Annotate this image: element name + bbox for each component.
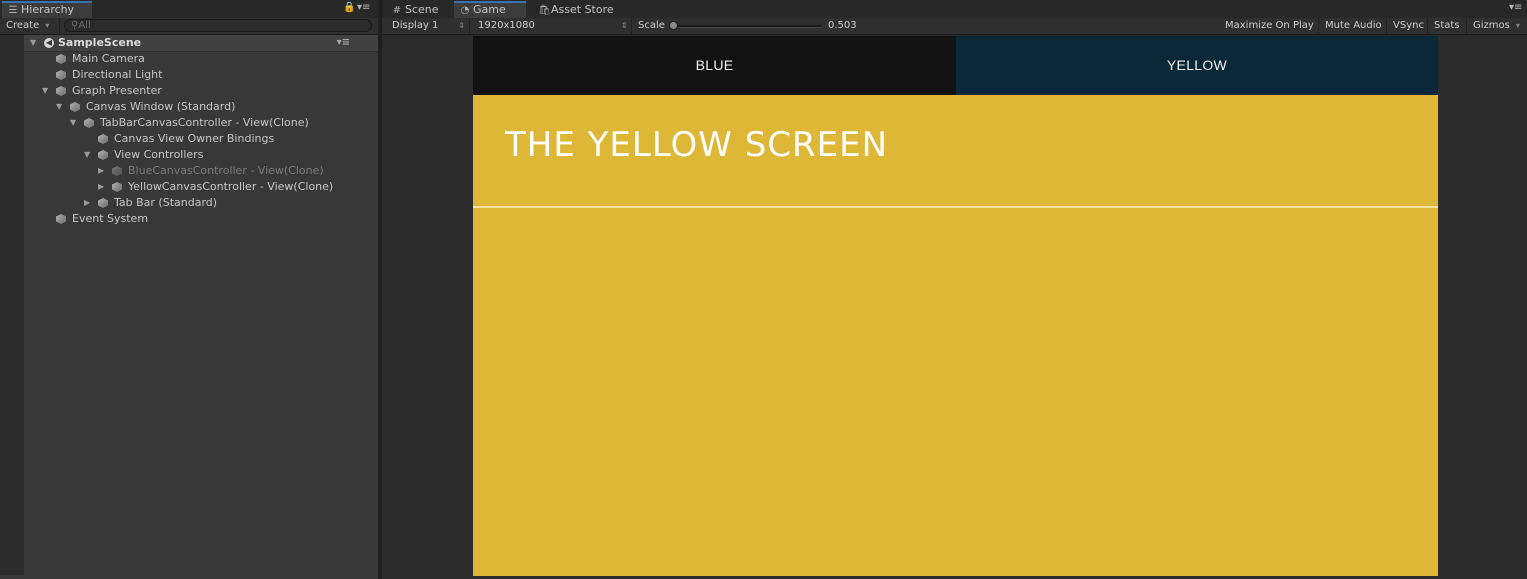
hierarchy-item-label: Directional Light [72,68,163,81]
hierarchy-item[interactable]: Main Camera [24,51,378,67]
hierarchy-item[interactable]: ▼ TabBarCanvasController - View(Clone) [24,115,378,131]
tab-game[interactable]: ◔ Game [454,1,526,18]
vsync-toggle[interactable]: VSync [1387,18,1428,34]
search-placeholder: All [78,20,91,31]
panel-menu-icon[interactable]: ▾≡ [1509,2,1522,13]
title-divider [473,206,1438,208]
game-screen: BLUE YELLOW THE YELLOW SCREEN [473,36,1438,576]
gizmos-label: Gizmos [1473,20,1510,31]
hierarchy-item[interactable]: ▼ Graph Presenter [24,83,378,99]
gameobject-cube-icon [56,214,66,224]
shopping-bag-icon: 🛍 [538,5,551,16]
game-tab-yellow[interactable]: YELLOW [956,36,1438,95]
tab-asset-store-label: Asset Store [551,3,614,16]
stats-toggle[interactable]: Stats [1428,18,1467,34]
hierarchy-item-label: Graph Presenter [72,84,162,97]
gameobject-cube-icon [98,134,108,144]
hierarchy-item-label: YellowCanvasController - View(Clone) [128,180,334,193]
scene-row[interactable]: ▼ ◀ SampleScene ▾≡ [24,35,378,52]
collapse-arrow-icon[interactable]: ▶ [98,179,104,195]
screen-title: THE YELLOW SCREEN [505,125,889,165]
tab-scene-label: Scene [405,3,439,16]
tab-game-label: Game [473,3,506,16]
hierarchy-item-label: Tab Bar (Standard) [114,196,218,209]
lock-icon[interactable]: 🔒 [343,2,355,13]
hierarchy-tree: ▼ ◀ SampleScene ▾≡ Main Camera Directiona… [24,35,378,575]
tab-hierarchy-label: Hierarchy [21,3,75,16]
tab-asset-store[interactable]: 🛍Asset Store [532,1,626,18]
hierarchy-item[interactable]: ▼ View Controllers [24,147,378,163]
scene-menu-icon[interactable]: ▾≡ [337,35,350,51]
game-viewport: BLUE YELLOW THE YELLOW SCREEN [382,35,1527,579]
hierarchy-item[interactable]: ▶ YellowCanvasController - View(Clone) [24,179,378,195]
expand-arrow-icon[interactable]: ▼ [70,115,76,131]
gameobject-cube-icon [70,102,80,112]
display-select[interactable]: Display 1 ⇕ [386,18,470,34]
maximize-on-play-toggle[interactable]: Maximize On Play [1219,18,1319,34]
gameobject-cube-icon [112,182,122,192]
game-toolbar: Display 1 ⇕ 1920x1080 ⇕ Scale 0.503 Maximi… [382,18,1527,35]
hierarchy-toolbar: Create ▾ ⚲All [0,18,378,35]
hierarchy-item[interactable]: ▼ Canvas Window (Standard) [24,99,378,115]
scale-label: Scale [638,20,665,31]
resolution-select[interactable]: 1920x1080 ⇕ [472,18,632,34]
hierarchy-gutter [0,35,24,575]
display-label: Display 1 [392,20,439,31]
hierarchy-item[interactable]: Directional Light [24,67,378,83]
hierarchy-item[interactable]: Event System [24,211,378,227]
expand-arrow-icon[interactable]: ▼ [56,99,62,115]
create-label: Create [6,20,40,31]
collapse-arrow-icon[interactable]: ▶ [98,163,104,179]
game-tab-blue[interactable]: BLUE [473,36,956,95]
tab-hierarchy[interactable]: ☰ Hierarchy [2,1,92,18]
hierarchy-item[interactable]: Canvas View Owner Bindings [24,131,378,147]
hierarchy-item[interactable]: ▶ BlueCanvasController - View(Clone) [24,163,378,179]
view-tabbar: # Scene ◔ Game 🛍Asset Store ▾≡ [382,0,1527,19]
scale-slider-handle[interactable] [669,21,678,30]
gameobject-cube-icon [84,118,94,128]
gameobject-cube-icon [98,150,108,160]
panel-menu-icon[interactable]: ▾≡ [357,2,370,13]
hierarchy-panel: ☰ Hierarchy 🔒 ▾≡ Create ▾ ⚲All ▼ ◀ SampleS… [0,0,379,579]
gameobject-cube-icon [98,198,108,208]
hierarchy-item-label: TabBarCanvasController - View(Clone) [100,116,309,129]
hierarchy-item[interactable]: ▶ Tab Bar (Standard) [24,195,378,211]
list-icon: ☰ [8,5,18,16]
expand-arrow-icon[interactable]: ▼ [42,83,48,99]
gameobject-cube-icon [56,70,66,80]
resolution-label: 1920x1080 [478,20,535,31]
hierarchy-item-label: Main Camera [72,52,145,65]
gameobject-cube-icon [56,86,66,96]
hierarchy-item-label: BlueCanvasController - View(Clone) [128,164,324,177]
hierarchy-item-label: Canvas Window (Standard) [86,100,236,113]
chevron-down-icon: ▾ [1515,21,1520,30]
chevron-down-icon: ▾ [45,21,50,30]
expand-arrow-icon[interactable]: ▼ [30,35,36,51]
hierarchy-item-label: Canvas View Owner Bindings [114,132,275,145]
unity-scene-icon: ◀ [44,38,54,48]
gizmos-dropdown[interactable]: Gizmos ▾ [1467,18,1525,34]
collapse-arrow-icon[interactable]: ▶ [84,195,90,211]
pacman-icon: ◔ [460,5,470,16]
tab-scene[interactable]: # Scene [386,1,450,18]
create-button[interactable]: Create ▾ [0,18,60,34]
search-input[interactable]: ⚲All [64,19,372,32]
mute-audio-toggle[interactable]: Mute Audio [1319,18,1387,34]
scale-value: 0.503 [828,20,856,31]
gameobject-cube-icon [112,166,122,176]
hierarchy-item-label: Event System [72,212,149,225]
gameobject-cube-icon [56,54,66,64]
chevron-updown-icon: ⇕ [458,21,466,30]
hierarchy-item-label: View Controllers [114,148,204,161]
chevron-updown-icon: ⇕ [620,21,628,30]
hierarchy-tabbar: ☰ Hierarchy 🔒 ▾≡ [0,0,378,19]
game-panel: # Scene ◔ Game 🛍Asset Store ▾≡ Display 1 ⇕ … [382,0,1527,579]
scene-name: SampleScene [58,36,142,49]
expand-arrow-icon[interactable]: ▼ [84,147,90,163]
scale-slider-track[interactable] [674,25,822,28]
grid-icon: # [392,5,402,16]
